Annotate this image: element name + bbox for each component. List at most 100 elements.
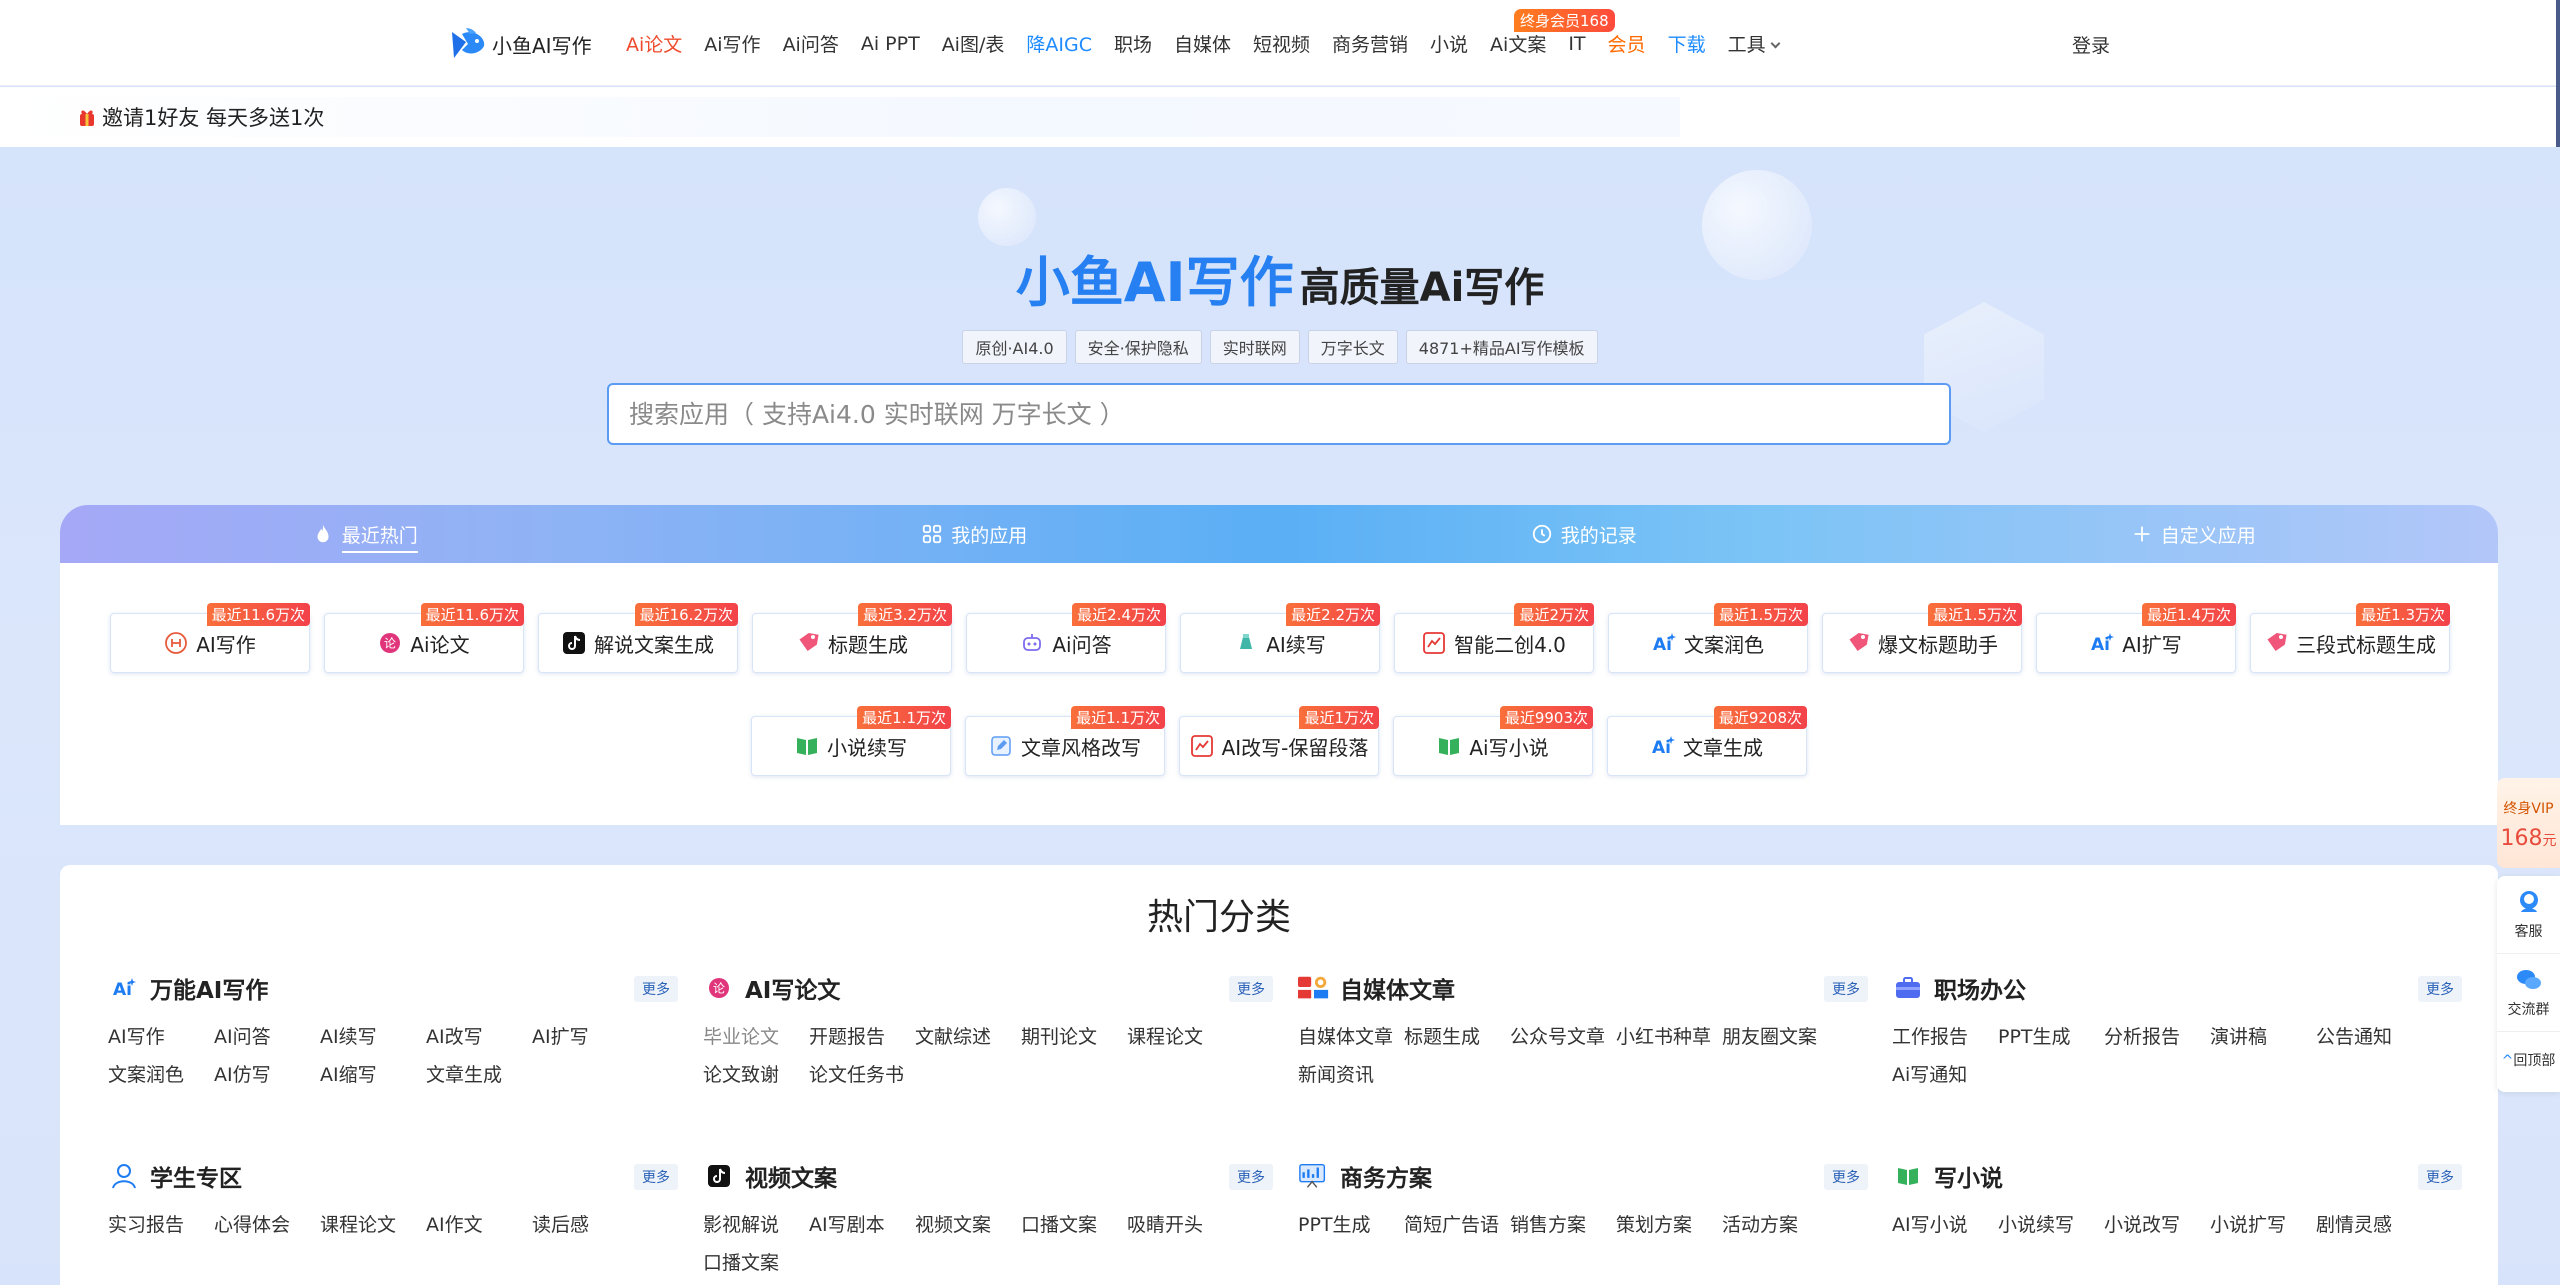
category-link[interactable]: AI写作 — [108, 1018, 214, 1056]
app-card[interactable]: AI写作 最近11.6万次 — [110, 603, 310, 673]
category-link[interactable]: 影视解说 — [703, 1206, 809, 1244]
category-link[interactable]: 朋友圈文案 — [1722, 1018, 1828, 1056]
category-link[interactable]: 公众号文章 — [1510, 1018, 1616, 1056]
category-link[interactable]: 口播文案 — [703, 1244, 809, 1282]
category-link[interactable]: 小说续写 — [1998, 1206, 2104, 1244]
login-link[interactable]: 登录 — [2072, 31, 2110, 58]
app-card[interactable]: 小说续写 最近1.1万次 — [751, 706, 951, 776]
category-link[interactable]: AI作文 — [426, 1206, 532, 1244]
app-card[interactable]: 标题生成 最近3.2万次 — [752, 603, 952, 673]
nav-item[interactable]: Ai写作 — [704, 30, 760, 57]
category-title[interactable]: 写小说 — [1934, 1159, 2003, 1193]
category-link[interactable]: 论文任务书 — [809, 1056, 915, 1094]
category-link[interactable]: 文献综述 — [915, 1018, 1021, 1056]
more-button[interactable]: 更多 — [1824, 976, 1868, 1002]
category-link[interactable]: 期刊论文 — [1021, 1018, 1127, 1056]
category-link[interactable]: 口播文案 — [1021, 1206, 1127, 1244]
app-card[interactable]: Ai AI扩写 最近1.4万次 — [2036, 603, 2236, 673]
app-card[interactable]: 论 Ai论文 最近11.6万次 — [324, 603, 524, 673]
float-vip[interactable]: 终身VIP 168元 — [2497, 778, 2560, 868]
app-card[interactable]: Ai问答 最近2.4万次 — [966, 603, 1166, 673]
category-link[interactable]: 新闻资讯 — [1298, 1056, 1404, 1094]
category-link[interactable]: 开题报告 — [809, 1018, 915, 1056]
more-button[interactable]: 更多 — [2418, 976, 2462, 1002]
category-link[interactable]: 课程论文 — [1127, 1018, 1233, 1056]
tab-my-apps[interactable]: 我的应用 — [670, 505, 1280, 563]
category-link[interactable]: AI改写 — [426, 1018, 532, 1056]
nav-item[interactable]: Ai文案 — [1490, 30, 1546, 57]
category-title[interactable]: 商务方案 — [1340, 1159, 1432, 1193]
category-link[interactable]: 课程论文 — [320, 1206, 426, 1244]
category-link[interactable]: 毕业论文 — [703, 1018, 809, 1056]
category-link[interactable]: 简短广告语 — [1404, 1206, 1510, 1244]
app-card[interactable]: 文章风格改写 最近1.1万次 — [965, 706, 1165, 776]
nav-item[interactable]: 小说 — [1430, 30, 1468, 57]
float-customer-service[interactable]: 客服 — [2497, 876, 2560, 954]
category-link[interactable]: PPT生成 — [1998, 1018, 2104, 1056]
more-button[interactable]: 更多 — [1824, 1164, 1868, 1190]
more-button[interactable]: 更多 — [634, 976, 678, 1002]
category-title[interactable]: 自媒体文章 — [1340, 971, 1455, 1005]
float-chat-group[interactable]: 交流群 — [2497, 954, 2560, 1032]
tab-my-records[interactable]: 我的记录 — [1279, 505, 1889, 563]
more-button[interactable]: 更多 — [1229, 1164, 1273, 1190]
search-input[interactable] — [607, 383, 1951, 445]
category-title[interactable]: AI写论文 — [745, 971, 840, 1005]
app-card[interactable]: Ai 文章生成 最近9208次 — [1607, 706, 1807, 776]
category-link[interactable]: 分析报告 — [2104, 1018, 2210, 1056]
nav-item[interactable]: Ai图/表 — [942, 30, 1005, 57]
category-link[interactable]: 标题生成 — [1404, 1018, 1510, 1056]
category-link[interactable]: AI缩写 — [320, 1056, 426, 1094]
category-link[interactable]: AI扩写 — [532, 1018, 638, 1056]
nav-item[interactable]: 工具 — [1728, 30, 1781, 57]
tab-recent-hot[interactable]: 最近热门 — [60, 505, 670, 563]
category-link[interactable]: 小说扩写 — [2210, 1206, 2316, 1244]
category-link[interactable]: 剧情灵感 — [2316, 1206, 2422, 1244]
category-link[interactable]: 视频文案 — [915, 1206, 1021, 1244]
category-link[interactable]: 演讲稿 — [2210, 1018, 2316, 1056]
brand-logo[interactable]: 小鱼AI写作 — [448, 24, 592, 64]
app-card[interactable]: 爆文标题助手 最近1.5万次 — [1822, 603, 2022, 673]
more-button[interactable]: 更多 — [1229, 976, 1273, 1002]
category-link[interactable]: 读后感 — [532, 1206, 638, 1244]
category-link[interactable]: 小说改写 — [2104, 1206, 2210, 1244]
category-title[interactable]: 学生专区 — [150, 1159, 242, 1193]
category-link[interactable]: AI问答 — [214, 1018, 320, 1056]
nav-item[interactable]: Ai论文 — [626, 30, 682, 57]
category-link[interactable]: 文案润色 — [108, 1056, 214, 1094]
category-link[interactable]: PPT生成 — [1298, 1206, 1404, 1244]
app-card[interactable]: 解说文案生成 最近16.2万次 — [538, 603, 738, 673]
nav-item[interactable]: 下载 — [1668, 30, 1706, 57]
nav-item[interactable]: 会员 — [1608, 30, 1646, 57]
category-link[interactable]: 策划方案 — [1616, 1206, 1722, 1244]
category-title[interactable]: 视频文案 — [745, 1159, 837, 1193]
category-link[interactable]: AI写小说 — [1892, 1206, 1998, 1244]
category-link[interactable]: 吸睛开头 — [1127, 1206, 1233, 1244]
app-card[interactable]: AI改写-保留段落 最近1万次 — [1179, 706, 1379, 776]
category-title[interactable]: 万能AI写作 — [150, 971, 268, 1005]
app-card[interactable]: 智能二创4.0 最近2万次 — [1394, 603, 1594, 673]
category-title[interactable]: 职场办公 — [1934, 971, 2026, 1005]
nav-item[interactable]: 商务营销 — [1332, 30, 1408, 57]
tab-custom-apps[interactable]: 自定义应用 — [1889, 505, 2499, 563]
category-link[interactable]: AI写剧本 — [809, 1206, 915, 1244]
nav-item[interactable]: 短视频 — [1253, 30, 1310, 57]
nav-item[interactable]: Ai PPT — [861, 33, 920, 55]
nav-item[interactable]: 降AIGC — [1026, 30, 1092, 57]
more-button[interactable]: 更多 — [634, 1164, 678, 1190]
category-link[interactable]: AI仿写 — [214, 1056, 320, 1094]
category-link[interactable]: AI续写 — [320, 1018, 426, 1056]
float-back-to-top[interactable]: ^回顶部 — [2497, 1032, 2560, 1092]
app-card[interactable]: Ai写小说 最近9903次 — [1393, 706, 1593, 776]
category-link[interactable]: 自媒体文章 — [1298, 1018, 1404, 1056]
category-link[interactable]: 活动方案 — [1722, 1206, 1828, 1244]
app-card[interactable]: AI续写 最近2.2万次 — [1180, 603, 1380, 673]
nav-item[interactable]: 自媒体 — [1174, 30, 1231, 57]
app-card[interactable]: 三段式标题生成 最近1.3万次 — [2250, 603, 2450, 673]
category-link[interactable]: Ai写通知 — [1892, 1056, 1998, 1094]
nav-item[interactable]: Ai问答 — [783, 30, 839, 57]
invite-banner[interactable]: 邀请1好友 每天多送1次 — [0, 97, 1680, 137]
category-link[interactable]: 心得体会 — [214, 1206, 320, 1244]
category-link[interactable]: 公告通知 — [2316, 1018, 2422, 1056]
nav-item[interactable]: 职场 — [1114, 30, 1152, 57]
